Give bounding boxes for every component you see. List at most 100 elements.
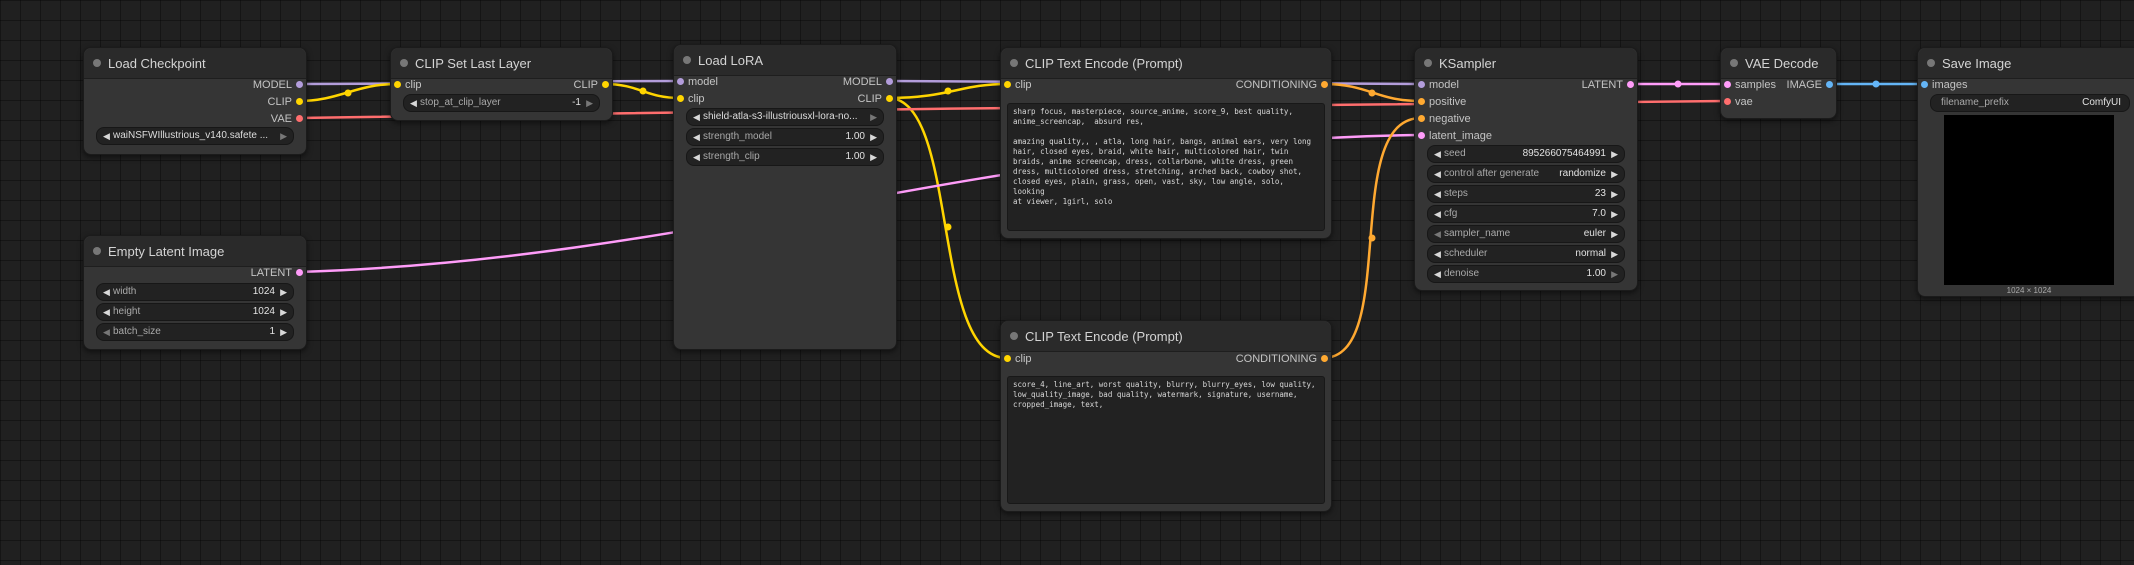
slot-dot-icon[interactable] bbox=[1321, 81, 1328, 88]
node-title-bar[interactable]: KSampler bbox=[1415, 48, 1637, 79]
left-arrow-icon[interactable]: ◀ bbox=[1434, 247, 1441, 261]
image-preview[interactable] bbox=[1944, 115, 2114, 285]
positive-prompt-textarea[interactable]: sharp focus, masterpiece, source_anime, … bbox=[1007, 103, 1325, 231]
input-slot-clip[interactable]: clip bbox=[391, 78, 422, 92]
seed-widget[interactable]: ◀ seed 895266075464991 ▶ bbox=[1427, 145, 1625, 163]
left-arrow-icon[interactable]: ◀ bbox=[103, 305, 110, 319]
left-arrow-icon[interactable]: ◀ bbox=[1434, 207, 1441, 221]
input-slot-model[interactable]: model bbox=[1415, 78, 1459, 92]
left-arrow-icon[interactable]: ◀ bbox=[103, 325, 110, 339]
collapse-dot-icon[interactable] bbox=[683, 56, 691, 64]
left-arrow-icon[interactable]: ◀ bbox=[1434, 267, 1441, 281]
left-arrow-icon[interactable]: ◀ bbox=[693, 130, 700, 144]
scheduler-combo[interactable]: ◀ scheduler normal ▶ bbox=[1427, 245, 1625, 263]
slot-dot-icon[interactable] bbox=[1418, 98, 1425, 105]
batch-size-widget[interactable]: ◀ batch_size 1 ▶ bbox=[96, 323, 294, 341]
right-arrow-icon[interactable]: ▶ bbox=[1611, 227, 1618, 241]
control-after-generate-combo[interactable]: ◀ control after generate randomize ▶ bbox=[1427, 165, 1625, 183]
height-widget[interactable]: ◀ height 1024 ▶ bbox=[96, 303, 294, 321]
output-slot-model[interactable]: MODEL bbox=[843, 75, 896, 89]
input-slot-clip[interactable]: clip bbox=[1001, 352, 1032, 366]
left-arrow-icon[interactable]: ◀ bbox=[693, 110, 700, 124]
right-arrow-icon[interactable]: ▶ bbox=[280, 129, 287, 143]
node-save-image[interactable]: Save Image images filename_prefix ComfyU… bbox=[1917, 47, 2134, 297]
collapse-dot-icon[interactable] bbox=[1010, 59, 1018, 67]
collapse-dot-icon[interactable] bbox=[93, 59, 101, 67]
slot-dot-icon[interactable] bbox=[1724, 81, 1731, 88]
input-slot-clip[interactable]: clip bbox=[674, 92, 705, 106]
input-slot-images[interactable]: images bbox=[1918, 78, 1967, 92]
input-slot-positive[interactable]: positive bbox=[1415, 95, 1466, 109]
slot-dot-icon[interactable] bbox=[1004, 355, 1011, 362]
node-clip-set-last-layer[interactable]: CLIP Set Last Layer clip CLIP ◀ stop_at_… bbox=[390, 47, 613, 121]
node-title-bar[interactable]: CLIP Set Last Layer bbox=[391, 48, 612, 79]
right-arrow-icon[interactable]: ▶ bbox=[280, 325, 287, 339]
node-vae-decode[interactable]: VAE Decode samples IMAGE vae bbox=[1720, 47, 1837, 119]
left-arrow-icon[interactable]: ◀ bbox=[103, 129, 110, 143]
node-clip-text-encode-positive[interactable]: CLIP Text Encode (Prompt) clip CONDITION… bbox=[1000, 47, 1332, 239]
collapse-dot-icon[interactable] bbox=[1730, 59, 1738, 67]
right-arrow-icon[interactable]: ▶ bbox=[1611, 247, 1618, 261]
input-slot-negative[interactable]: negative bbox=[1415, 112, 1471, 126]
slot-dot-icon[interactable] bbox=[1418, 81, 1425, 88]
node-title-bar[interactable]: CLIP Text Encode (Prompt) bbox=[1001, 321, 1331, 352]
left-arrow-icon[interactable]: ◀ bbox=[1434, 147, 1441, 161]
node-empty-latent-image[interactable]: Empty Latent Image LATENT ◀ width 1024 ▶… bbox=[83, 235, 307, 350]
right-arrow-icon[interactable]: ▶ bbox=[1611, 267, 1618, 281]
cfg-widget[interactable]: ◀ cfg 7.0 ▶ bbox=[1427, 205, 1625, 223]
left-arrow-icon[interactable]: ◀ bbox=[103, 285, 110, 299]
right-arrow-icon[interactable]: ▶ bbox=[1611, 187, 1618, 201]
slot-dot-icon[interactable] bbox=[1921, 81, 1928, 88]
output-slot-clip[interactable]: CLIP bbox=[574, 78, 612, 92]
right-arrow-icon[interactable]: ▶ bbox=[280, 285, 287, 299]
input-slot-model[interactable]: model bbox=[674, 75, 718, 89]
output-slot-conditioning[interactable]: CONDITIONING bbox=[1236, 352, 1331, 366]
output-slot-vae[interactable]: VAE bbox=[271, 112, 306, 126]
right-arrow-icon[interactable]: ▶ bbox=[1611, 207, 1618, 221]
input-slot-clip[interactable]: clip bbox=[1001, 78, 1032, 92]
input-slot-vae[interactable]: vae bbox=[1721, 95, 1753, 109]
node-ksampler[interactable]: KSampler model LATENT positive negative … bbox=[1414, 47, 1638, 291]
right-arrow-icon[interactable]: ▶ bbox=[870, 110, 877, 124]
node-title-bar[interactable]: Load LoRA bbox=[674, 45, 896, 76]
slot-dot-icon[interactable] bbox=[296, 269, 303, 276]
denoise-widget[interactable]: ◀ denoise 1.00 ▶ bbox=[1427, 265, 1625, 283]
right-arrow-icon[interactable]: ▶ bbox=[586, 96, 593, 110]
right-arrow-icon[interactable]: ▶ bbox=[870, 130, 877, 144]
right-arrow-icon[interactable]: ▶ bbox=[280, 305, 287, 319]
node-title-bar[interactable]: Save Image bbox=[1918, 48, 2134, 79]
left-arrow-icon[interactable]: ◀ bbox=[693, 150, 700, 164]
slot-dot-icon[interactable] bbox=[1418, 115, 1425, 122]
collapse-dot-icon[interactable] bbox=[1424, 59, 1432, 67]
slot-dot-icon[interactable] bbox=[677, 78, 684, 85]
slot-dot-icon[interactable] bbox=[394, 81, 401, 88]
output-slot-image[interactable]: IMAGE bbox=[1787, 78, 1836, 92]
output-slot-clip[interactable]: CLIP bbox=[858, 92, 896, 106]
filename-prefix-field[interactable]: filename_prefix ComfyUI bbox=[1930, 94, 2130, 112]
output-slot-model[interactable]: MODEL bbox=[253, 78, 306, 92]
lora-name-combo[interactable]: ◀ shield-atla-s3-illustriousxl-lora-no..… bbox=[686, 108, 884, 126]
sampler-name-combo[interactable]: ◀ sampler_name euler ▶ bbox=[1427, 225, 1625, 243]
left-arrow-icon[interactable]: ◀ bbox=[1434, 227, 1441, 241]
strength-model-widget[interactable]: ◀ strength_model 1.00 ▶ bbox=[686, 128, 884, 146]
steps-widget[interactable]: ◀ steps 23 ▶ bbox=[1427, 185, 1625, 203]
slot-dot-icon[interactable] bbox=[296, 81, 303, 88]
left-arrow-icon[interactable]: ◀ bbox=[1434, 187, 1441, 201]
right-arrow-icon[interactable]: ▶ bbox=[1611, 147, 1618, 161]
slot-dot-icon[interactable] bbox=[1724, 98, 1731, 105]
strength-clip-widget[interactable]: ◀ strength_clip 1.00 ▶ bbox=[686, 148, 884, 166]
node-title-bar[interactable]: Empty Latent Image bbox=[84, 236, 306, 267]
negative-prompt-textarea[interactable]: score_4, line_art, worst quality, blurry… bbox=[1007, 376, 1325, 504]
ckpt-name-combo[interactable]: ◀ waiNSFWIllustrious_v140.safete ... ▶ bbox=[96, 127, 294, 145]
collapse-dot-icon[interactable] bbox=[93, 247, 101, 255]
node-title-bar[interactable]: Load Checkpoint bbox=[84, 48, 306, 79]
left-arrow-icon[interactable]: ◀ bbox=[410, 96, 417, 110]
node-clip-text-encode-negative[interactable]: CLIP Text Encode (Prompt) clip CONDITION… bbox=[1000, 320, 1332, 512]
output-slot-latent[interactable]: LATENT bbox=[251, 266, 306, 280]
slot-dot-icon[interactable] bbox=[1004, 81, 1011, 88]
stop-at-clip-layer-widget[interactable]: ◀ stop_at_clip_layer -1 ▶ bbox=[403, 94, 600, 112]
slot-dot-icon[interactable] bbox=[1321, 355, 1328, 362]
left-arrow-icon[interactable]: ◀ bbox=[1434, 167, 1441, 181]
collapse-dot-icon[interactable] bbox=[1010, 332, 1018, 340]
input-slot-latent-image[interactable]: latent_image bbox=[1415, 129, 1492, 143]
